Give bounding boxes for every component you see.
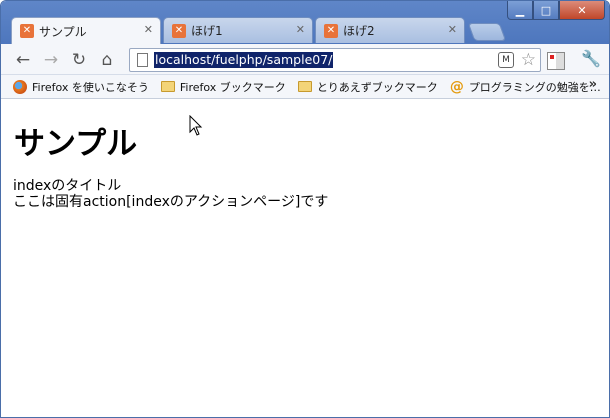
bookmarks-overflow-icon[interactable]: » bbox=[589, 77, 597, 92]
xampp-icon: ✕ bbox=[20, 24, 34, 38]
tab-label: ほげ2 bbox=[343, 24, 375, 38]
home-icon[interactable]: ⌂ bbox=[97, 50, 117, 70]
tab-strip: ✕ サンプル ✕ ✕ ほげ1 ✕ ✕ ほげ2 ✕ bbox=[11, 17, 507, 44]
bookmarks-bar: Firefox を使いこなそう Firefox ブックマーク とりあえずブックマ… bbox=[1, 75, 609, 99]
page-icon bbox=[137, 53, 148, 67]
tab-hoge2[interactable]: ✕ ほげ2 ✕ bbox=[315, 17, 465, 43]
extension-icon[interactable] bbox=[547, 52, 565, 70]
tab-hoge1[interactable]: ✕ ほげ1 ✕ bbox=[163, 17, 313, 43]
close-button[interactable]: ✕ bbox=[559, 1, 605, 20]
toolbar: ← → ↻ ⌂ localhost/fuelphp/sample07/ M ☆ … bbox=[1, 44, 609, 75]
wrench-menu-icon[interactable]: 🔧 bbox=[581, 49, 601, 68]
bookmark-programming[interactable]: @ プログラミングの勉強を… bbox=[450, 79, 601, 95]
tab-sample[interactable]: ✕ サンプル ✕ bbox=[11, 17, 161, 44]
folder-icon bbox=[297, 81, 312, 92]
new-tab-button[interactable] bbox=[467, 23, 507, 41]
minimize-button[interactable]: ▁ bbox=[507, 1, 533, 20]
index-title-text: indexのタイトル bbox=[13, 178, 122, 194]
mouse-cursor-icon bbox=[189, 115, 203, 136]
tab-close-icon[interactable]: ✕ bbox=[144, 23, 153, 36]
folder-icon bbox=[160, 81, 175, 92]
bookmark-folder-firefox[interactable]: Firefox ブックマーク bbox=[160, 79, 286, 95]
bookmark-label: プログラミングの勉強を… bbox=[468, 80, 601, 94]
title-bar: ▁ □ ✕ ✕ サンプル ✕ ✕ ほげ1 ✕ ✕ ほげ2 ✕ bbox=[1, 1, 609, 45]
at-icon: @ bbox=[449, 78, 464, 95]
firefox-icon bbox=[13, 79, 27, 94]
tab-close-icon[interactable]: ✕ bbox=[296, 23, 305, 36]
browser-window: ▁ □ ✕ ✕ サンプル ✕ ✕ ほげ1 ✕ ✕ ほげ2 ✕ ← → ↻ ⌂ l… bbox=[0, 0, 610, 418]
extension-m-icon[interactable]: M bbox=[498, 52, 514, 68]
bookmark-label: とりあえずブックマーク bbox=[316, 80, 438, 94]
tab-label: ほげ1 bbox=[191, 24, 223, 38]
back-icon[interactable]: ← bbox=[13, 50, 33, 70]
page-heading: サンプル bbox=[14, 126, 138, 162]
tab-close-icon[interactable]: ✕ bbox=[448, 23, 457, 36]
reload-icon[interactable]: ↻ bbox=[69, 50, 89, 70]
bookmark-label: Firefox を使いこなそう bbox=[32, 80, 149, 94]
forward-icon[interactable]: → bbox=[41, 50, 61, 70]
address-bar[interactable]: localhost/fuelphp/sample07/ M ☆ bbox=[129, 48, 541, 72]
maximize-button[interactable]: □ bbox=[533, 1, 559, 20]
action-text: ここは固有action[indexのアクションページ]です bbox=[13, 194, 329, 210]
window-controls: ▁ □ ✕ bbox=[507, 1, 605, 21]
bookmark-firefox[interactable]: Firefox を使いこなそう bbox=[13, 79, 149, 95]
bookmark-folder-toriaezu[interactable]: とりあえずブックマーク bbox=[297, 79, 438, 95]
tab-label: サンプル bbox=[39, 24, 87, 39]
bookmark-star-icon[interactable]: ☆ bbox=[521, 50, 536, 70]
xampp-icon: ✕ bbox=[172, 23, 186, 38]
page-content: サンプル indexのタイトル ここは固有action[indexのアクションペ… bbox=[1, 100, 609, 417]
url-text[interactable]: localhost/fuelphp/sample07/ bbox=[154, 52, 334, 68]
xampp-icon: ✕ bbox=[324, 23, 338, 38]
bookmark-label: Firefox ブックマーク bbox=[179, 80, 286, 94]
